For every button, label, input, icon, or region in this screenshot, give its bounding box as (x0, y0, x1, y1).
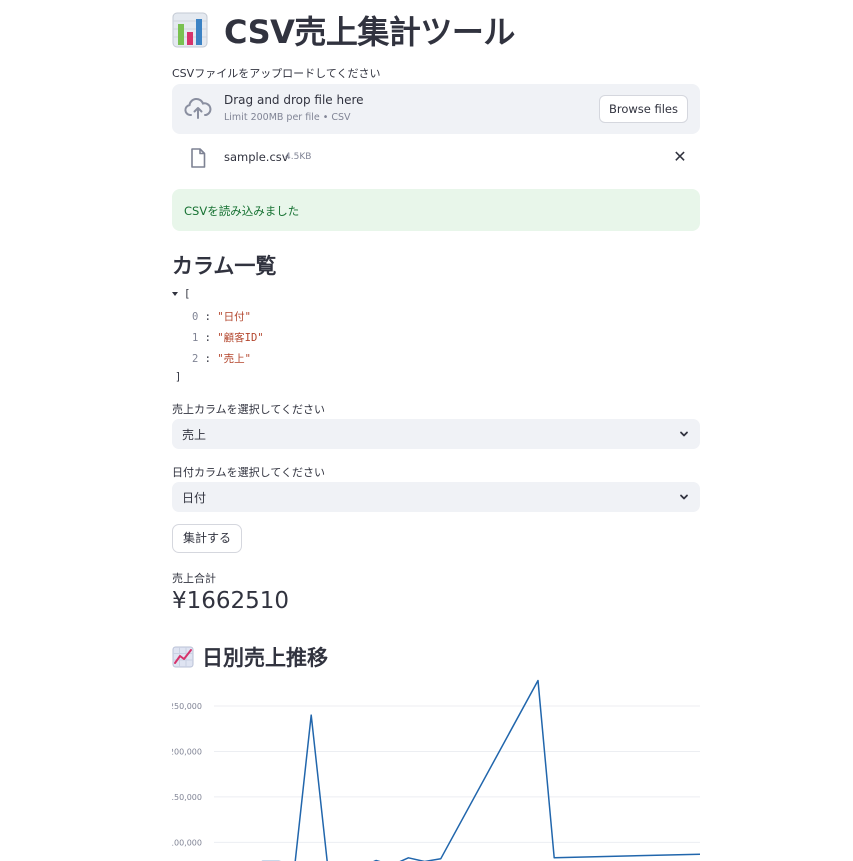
collapse-toggle-icon[interactable] (172, 292, 178, 296)
json-item: 1 : "顧客ID" (192, 332, 264, 344)
json-close-bracket: ] (175, 371, 182, 383)
page-title: CSV売上集計ツール (172, 8, 515, 52)
uploaded-file: sample.csv 4.5KB ✕ (172, 144, 700, 172)
chart-increasing-icon (172, 646, 194, 668)
file-name: sample.csv (224, 150, 289, 164)
date-column-label: 日付カラムを選択してください (172, 466, 326, 479)
dropzone-instructions: Drag and drop file here (224, 93, 364, 107)
y-tick-label: 250,000 (172, 702, 202, 711)
date-column-select[interactable]: 日付 (172, 482, 700, 512)
file-size: 4.5KB (285, 152, 312, 162)
sales-column-value: 売上 (182, 428, 207, 442)
json-item: 2 : "売上" (192, 353, 251, 365)
close-icon[interactable]: ✕ (672, 148, 688, 166)
success-alert-text: CSVを読み込みました (184, 204, 300, 218)
json-item: 0 : "日付" (192, 311, 251, 323)
metric-value: ¥1662510 (172, 588, 290, 614)
chart-heading: 日別売上推移 (172, 642, 328, 672)
bar-chart-icon (172, 12, 208, 48)
y-tick-label: 100,000 (172, 838, 202, 847)
sales-column-label: 売上カラムを選択してください (172, 403, 326, 416)
page-title-text: CSV売上集計ツール (224, 13, 515, 51)
daily-sales-chart: 100,000 150,000 200,000 250,000 (172, 679, 700, 861)
chart-heading-text: 日別売上推移 (202, 646, 328, 670)
chevron-down-icon (680, 494, 688, 500)
cloud-upload-icon (184, 97, 212, 119)
browse-files-button[interactable]: Browse files (598, 95, 688, 123)
y-tick-label: 150,000 (172, 793, 202, 802)
success-alert: CSVを読み込みました (172, 189, 700, 231)
dropzone-limit: Limit 200MB per file • CSV (224, 112, 351, 123)
sales-column-select[interactable]: 売上 (172, 419, 700, 449)
sales-series-line (261, 679, 700, 861)
aggregate-button[interactable]: 集計する (172, 524, 243, 553)
metric-label: 売上合計 (172, 572, 216, 585)
columns-heading: カラム一覧 (172, 254, 277, 278)
date-column-value: 日付 (182, 491, 207, 505)
file-icon (191, 148, 206, 168)
uploader-label: CSVファイルをアップロードしてください (172, 67, 381, 80)
chevron-down-icon (680, 431, 688, 437)
y-tick-label: 200,000 (172, 747, 202, 756)
json-open-bracket: [ (184, 288, 191, 300)
file-dropzone[interactable]: Drag and drop file here Limit 200MB per … (172, 84, 700, 134)
